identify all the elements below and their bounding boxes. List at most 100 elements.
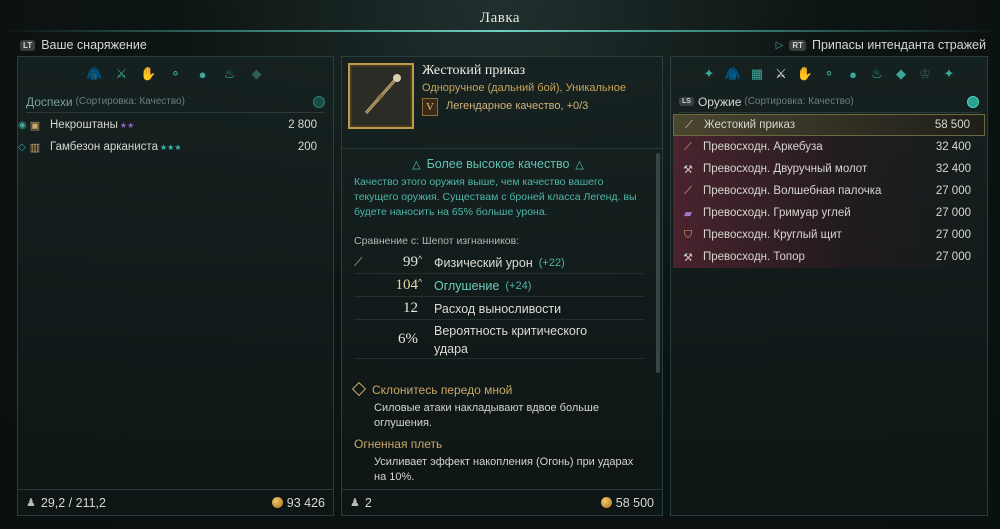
price-display: 58 500 [600, 495, 654, 510]
wand-icon: ⟋ [684, 184, 692, 197]
sort-toggle-icon[interactable] [967, 95, 979, 108]
diamond-icon [351, 381, 367, 397]
stat-row: ⟋ 99 ^ Физический урон (+22) [354, 252, 644, 274]
crown-icon[interactable]: ♔ [916, 65, 934, 83]
gold-value: 93 426 [286, 495, 325, 510]
item-quality: Легендарное качество, +0/3 [446, 100, 589, 112]
item-details-panel: Жестокий приказ Одноручное (дальний бой)… [341, 56, 663, 516]
stack-icon: ♟ [350, 497, 360, 509]
stat-bonus: (+24) [505, 279, 532, 292]
list-item[interactable]: ⟋ Превосходн. Аркебуза 32 400 [673, 136, 985, 158]
item-price: 58 500 [615, 495, 654, 510]
glove-icon[interactable]: ✋ [796, 65, 814, 83]
perk-title: Огненная плеть [354, 437, 443, 451]
axe-icon: ⚒ [683, 251, 693, 264]
weight-icon: ♟ [26, 497, 36, 509]
item-price: 32 400 [935, 163, 971, 175]
stat-value: 99 [403, 254, 418, 270]
your-equipment-tab[interactable]: LT Ваше снаряжение [20, 36, 147, 54]
title-divider [0, 30, 1000, 32]
ls-button-icon: LS [679, 97, 694, 106]
player-category-header: Доспехи (Сортировка: Качество) [26, 91, 325, 113]
item-name: Жестокий приказ [704, 119, 796, 131]
player-item-list: ◉ ▣ Некроштаны ★★ 2 800 ◇ ▥ Гамбезон арка… [18, 114, 331, 158]
increase-arrow-icon: ^ [418, 254, 423, 264]
list-item[interactable]: ⚒ Превосходн. Двуручный молот 32 400 [673, 158, 985, 180]
stat-bonus: (+22) [538, 256, 565, 269]
cube-icon[interactable]: ▦ [748, 65, 766, 83]
lamp-icon[interactable]: ♨ [221, 65, 239, 83]
gem-icon[interactable]: ◆ [248, 65, 266, 83]
arrow-right-icon: ▷ [775, 39, 784, 51]
quartermaster-tab[interactable]: ▷ RT Припасы интенданта стражей [776, 36, 986, 54]
sort-label[interactable]: (Сортировка: Качество) [744, 96, 853, 107]
stat-label: Физический урон [434, 255, 533, 270]
lamp-icon[interactable]: ♨ [868, 65, 886, 83]
window-title: Лавка [479, 10, 521, 26]
quality-badge: V [422, 98, 438, 116]
player-category-tabs: 🧥 ⚔ ✋ ⚬ ● ♨ ◆ [18, 65, 333, 83]
quartermaster-label: Припасы интенданта стражей [811, 38, 986, 52]
item-stars: ★★★ [159, 143, 182, 152]
orbs-icon[interactable]: ● [194, 65, 212, 83]
pants-icon: ▣ [29, 119, 41, 132]
your-equipment-label: Ваше снаряжение [41, 38, 147, 52]
hammer-icon: ⚒ [683, 163, 693, 176]
perk-title: Склонитесь передо мной [351, 381, 512, 397]
sort-label[interactable]: (Сортировка: Качество) [76, 96, 185, 107]
item-stars: ★★ [119, 121, 135, 130]
list-item[interactable]: ◉ ▣ Некроштаны ★★ 2 800 [18, 114, 331, 136]
triangle-icon: △ [412, 159, 421, 171]
eye-icon: ◉ [18, 119, 27, 131]
list-item[interactable]: ⚒ Превосходн. Топор 27 000 [673, 246, 985, 268]
item-price: 200 [297, 141, 317, 153]
chest-armor-icon[interactable]: 🧥 [724, 65, 742, 83]
item-thumbnail [348, 63, 414, 129]
item-name: Некроштаны [50, 119, 118, 131]
gear-icon[interactable]: ✦ [700, 65, 718, 83]
list-item[interactable]: ▰ Превосходн. Гримуар углей 27 000 [673, 202, 985, 224]
gold-display: 93 426 [271, 495, 325, 510]
list-item[interactable]: ⟋ Жестокий приказ 58 500 [673, 114, 985, 136]
merchant-category-tabs: ✦ 🧥 ▦ ⚔ ✋ ⚬ ● ♨ ◆ ♔ ✦ [671, 65, 987, 83]
item-price: 2 800 [288, 119, 317, 131]
item-name: Превосходн. Круглый щит [703, 229, 842, 241]
orbs-icon[interactable]: ● [844, 65, 862, 83]
stat-value: 104 [395, 277, 419, 293]
rt-button-icon: RT [789, 39, 806, 51]
stat-value: 12 [403, 300, 418, 316]
item-header: Жестокий приказ Одноручное (дальний бой)… [342, 57, 662, 149]
chest-armor-icon[interactable]: 🧥 [86, 65, 104, 83]
coin-icon [271, 496, 283, 508]
list-item[interactable]: ⛉ Превосходн. Круглый щит 27 000 [673, 224, 985, 246]
item-price: 27 000 [935, 207, 971, 219]
gem-icon[interactable]: ◆ [892, 65, 910, 83]
swords-icon[interactable]: ⚔ [113, 65, 131, 83]
glove-icon[interactable]: ✋ [140, 65, 158, 83]
perk-text: Силовые атаки накладывают вдвое больше о… [374, 402, 599, 429]
item-name: Превосходн. Топор [703, 251, 805, 263]
weight-value: 29,2 / 211,2 [40, 495, 106, 510]
rings-icon[interactable]: ⚬ [820, 65, 838, 83]
sort-toggle-icon[interactable] [313, 95, 325, 108]
list-item[interactable]: ◇ ▥ Гамбезон арканиста ★★★ 200 [18, 136, 331, 158]
damage-icon: ⟋ [354, 255, 363, 269]
item-name: Превосходн. Аркебуза [703, 141, 823, 153]
coin-icon [600, 496, 612, 508]
item-name: Превосходн. Двуручный молот [703, 163, 868, 175]
stat-row: 6% Вероятность критического удара [354, 321, 644, 359]
list-item[interactable]: ⟋ Превосходн. Волшебная палочка 27 000 [673, 180, 985, 202]
higher-quality-text: Качество этого оружия выше, чем качество… [354, 176, 637, 218]
shield-icon: ⛉ [683, 228, 693, 241]
item-price: 27 000 [935, 229, 971, 241]
category-label: Доспехи [26, 94, 73, 109]
item-name: Жестокий приказ [422, 63, 526, 78]
swords-icon[interactable]: ⚔ [772, 65, 790, 83]
higher-quality-title: Более высокое качество [426, 157, 570, 171]
stat-label: Оглушение [434, 278, 500, 293]
details-scrollbar[interactable] [656, 153, 660, 373]
category-label: Оружие [697, 94, 742, 109]
gear-icon[interactable]: ✦ [940, 65, 958, 83]
item-name: Превосходн. Волшебная палочка [703, 185, 882, 197]
rings-icon[interactable]: ⚬ [167, 65, 185, 83]
